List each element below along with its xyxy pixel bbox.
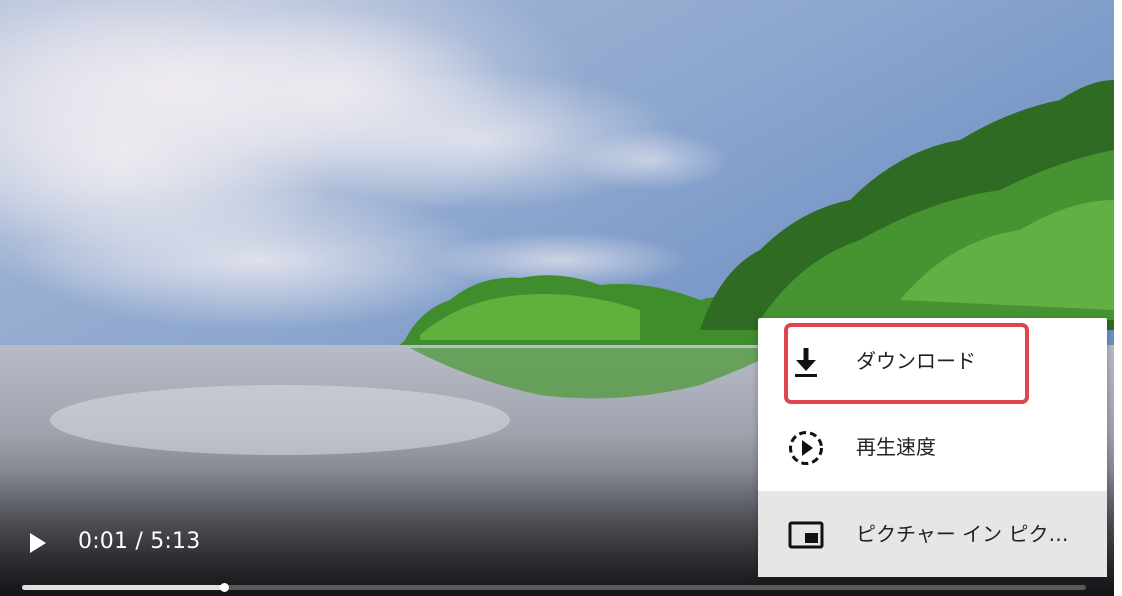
page-edge bbox=[1114, 0, 1122, 596]
menu-item-picture-in-picture[interactable]: ピクチャー イン ピク… bbox=[758, 491, 1107, 577]
menu-item-playback-speed[interactable]: 再生速度 bbox=[758, 404, 1107, 490]
playback-speed-icon bbox=[789, 431, 823, 465]
progress-played bbox=[22, 585, 224, 590]
menu-item-label: ダウンロード bbox=[856, 349, 976, 373]
time-display: 0:01 / 5:13 bbox=[78, 529, 201, 554]
picture-in-picture-icon bbox=[788, 521, 824, 549]
menu-item-label: ピクチャー イン ピク… bbox=[856, 522, 1069, 546]
play-icon[interactable] bbox=[24, 530, 50, 556]
menu-item-download[interactable]: ダウンロード bbox=[758, 318, 1107, 404]
menu-item-label: 再生速度 bbox=[856, 435, 936, 459]
progress-bar[interactable] bbox=[22, 583, 1086, 592]
download-icon bbox=[795, 348, 817, 377]
progress-handle[interactable] bbox=[220, 583, 229, 592]
video-options-menu: ダウンロード 再生速度 ピクチャー イン ピク… bbox=[758, 318, 1107, 577]
